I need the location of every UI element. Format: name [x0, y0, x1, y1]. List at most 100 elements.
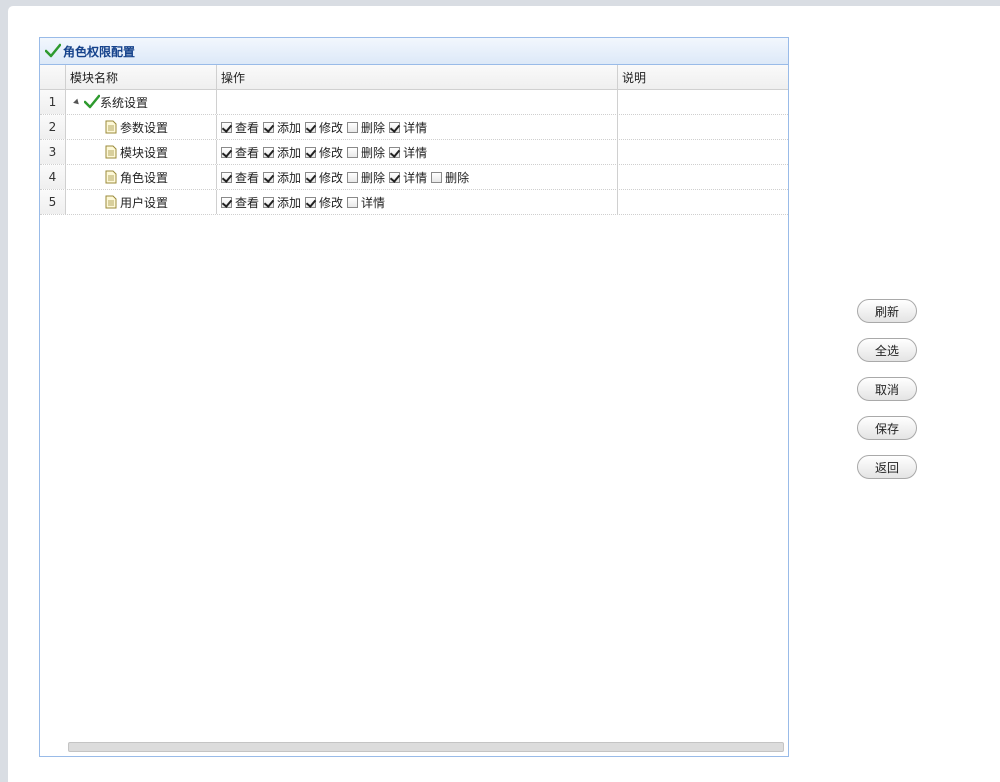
table-row[interactable]: 3 模块设置 查看 添加 修改 删除 详情 [40, 140, 788, 165]
permission-option[interactable]: 详情 [347, 194, 385, 211]
permission-option[interactable]: 删除 [347, 119, 385, 136]
back-button[interactable]: 返回 [857, 455, 917, 479]
permission-label: 查看 [235, 120, 260, 135]
expand-arrow-icon[interactable] [73, 98, 81, 106]
table-row[interactable]: 1 系统设置 [40, 90, 788, 115]
permission-checkbox[interactable] [305, 121, 317, 133]
permission-option[interactable]: 删除 [347, 144, 385, 161]
permission-checkbox[interactable] [347, 196, 359, 208]
permission-label: 删除 [445, 170, 470, 185]
permission-option[interactable]: 添加 [263, 194, 301, 211]
permission-checkbox[interactable] [347, 121, 359, 133]
permission-option[interactable]: 修改 [305, 194, 343, 211]
panel-header: 角色权限配置 [40, 38, 788, 65]
permission-option[interactable]: 详情 [389, 169, 427, 186]
row-number: 4 [40, 165, 66, 189]
permission-label: 修改 [319, 120, 344, 135]
permission-label: 添加 [277, 120, 302, 135]
permission-checkbox[interactable] [431, 171, 443, 183]
operation-cell [217, 90, 618, 114]
permission-option[interactable]: 删除 [347, 169, 385, 186]
module-name-label: 系统设置 [100, 95, 149, 110]
module-name-label: 参数设置 [120, 120, 169, 135]
permission-label: 详情 [361, 195, 386, 210]
permission-checkbox[interactable] [263, 171, 275, 183]
permission-checkbox[interactable] [305, 171, 317, 183]
document-icon [105, 170, 117, 184]
module-name-cell: 用户设置 [66, 190, 217, 214]
permission-label: 删除 [361, 145, 386, 160]
horizontal-scrollbar[interactable] [68, 742, 784, 752]
permission-option[interactable]: 查看 [221, 194, 259, 211]
document-icon [105, 145, 117, 159]
permission-option[interactable]: 修改 [305, 169, 343, 186]
permission-label: 删除 [361, 170, 386, 185]
permission-label: 添加 [277, 170, 302, 185]
permission-option[interactable]: 添加 [263, 169, 301, 186]
module-name-label: 模块设置 [120, 145, 169, 160]
panel-title: 角色权限配置 [63, 44, 136, 59]
permission-option[interactable]: 删除 [431, 169, 469, 186]
module-name-label: 角色设置 [120, 170, 169, 185]
permission-checkbox[interactable] [221, 171, 232, 183]
permission-label: 详情 [403, 145, 428, 160]
operation-cell: 查看 添加 修改 详情 [217, 190, 618, 214]
table-row[interactable]: 4 角色设置 查看 添加 修改 删除 详情 删除 [40, 165, 788, 190]
permission-label: 详情 [403, 120, 428, 135]
permission-checkbox[interactable] [347, 171, 359, 183]
description-cell [618, 90, 788, 114]
module-name-cell: 角色设置 [66, 165, 217, 189]
description-cell [618, 165, 788, 189]
permission-option[interactable]: 修改 [305, 144, 343, 161]
row-number: 5 [40, 190, 66, 214]
permission-checkbox[interactable] [263, 121, 275, 133]
permission-checkbox[interactable] [263, 146, 275, 158]
document-icon [105, 120, 117, 134]
description-cell [618, 190, 788, 214]
permission-checkbox[interactable] [347, 146, 359, 158]
permission-option[interactable]: 查看 [221, 169, 259, 186]
save-button[interactable]: 保存 [857, 416, 917, 440]
permission-checkbox[interactable] [221, 146, 232, 158]
module-name-cell: 模块设置 [66, 140, 217, 164]
table-row[interactable]: 5 用户设置 查看 添加 修改 详情 [40, 190, 788, 215]
operation-cell: 查看 添加 修改 删除 详情 [217, 115, 618, 139]
column-header-description[interactable]: 说明 [618, 65, 788, 89]
column-header-operation[interactable]: 操作 [217, 65, 618, 89]
permission-checkbox[interactable] [389, 146, 401, 158]
permission-checkbox[interactable] [389, 171, 401, 183]
permission-option[interactable]: 查看 [221, 119, 259, 136]
permission-label: 详情 [403, 170, 428, 185]
permission-checkbox[interactable] [305, 196, 317, 208]
cancel-button[interactable]: 取消 [857, 377, 917, 401]
select-all-button[interactable]: 全选 [857, 338, 917, 362]
permission-label: 修改 [319, 145, 344, 160]
permission-label: 查看 [235, 145, 260, 160]
module-name-cell: 参数设置 [66, 115, 217, 139]
permission-checkbox[interactable] [221, 196, 232, 208]
permission-option[interactable]: 查看 [221, 144, 259, 161]
permission-option[interactable]: 添加 [263, 144, 301, 161]
permission-checkbox[interactable] [221, 121, 232, 133]
permission-checkbox[interactable] [389, 121, 401, 133]
permission-label: 查看 [235, 195, 260, 210]
document-icon [105, 195, 117, 209]
permission-option[interactable]: 修改 [305, 119, 343, 136]
permission-label: 修改 [319, 170, 344, 185]
column-header-module-name[interactable]: 模块名称 [66, 65, 217, 89]
permission-checkbox[interactable] [305, 146, 317, 158]
permission-option[interactable]: 详情 [389, 119, 427, 136]
permission-option[interactable]: 详情 [389, 144, 427, 161]
row-number: 1 [40, 90, 66, 114]
permission-label: 添加 [277, 195, 302, 210]
role-permission-panel: 角色权限配置 模块名称 操作 说明 1 系统设置 2 参数设置 查看 添加 修改 删除 详情 3 模… [39, 37, 789, 757]
table-row[interactable]: 2 参数设置 查看 添加 修改 删除 详情 [40, 115, 788, 140]
module-name-cell: 系统设置 [66, 90, 217, 114]
operation-cell: 查看 添加 修改 删除 详情 删除 [217, 165, 618, 189]
row-number: 3 [40, 140, 66, 164]
permission-label: 添加 [277, 145, 302, 160]
refresh-button[interactable]: 刷新 [857, 299, 917, 323]
permission-checkbox[interactable] [263, 196, 275, 208]
row-number-header [40, 65, 66, 89]
permission-option[interactable]: 添加 [263, 119, 301, 136]
